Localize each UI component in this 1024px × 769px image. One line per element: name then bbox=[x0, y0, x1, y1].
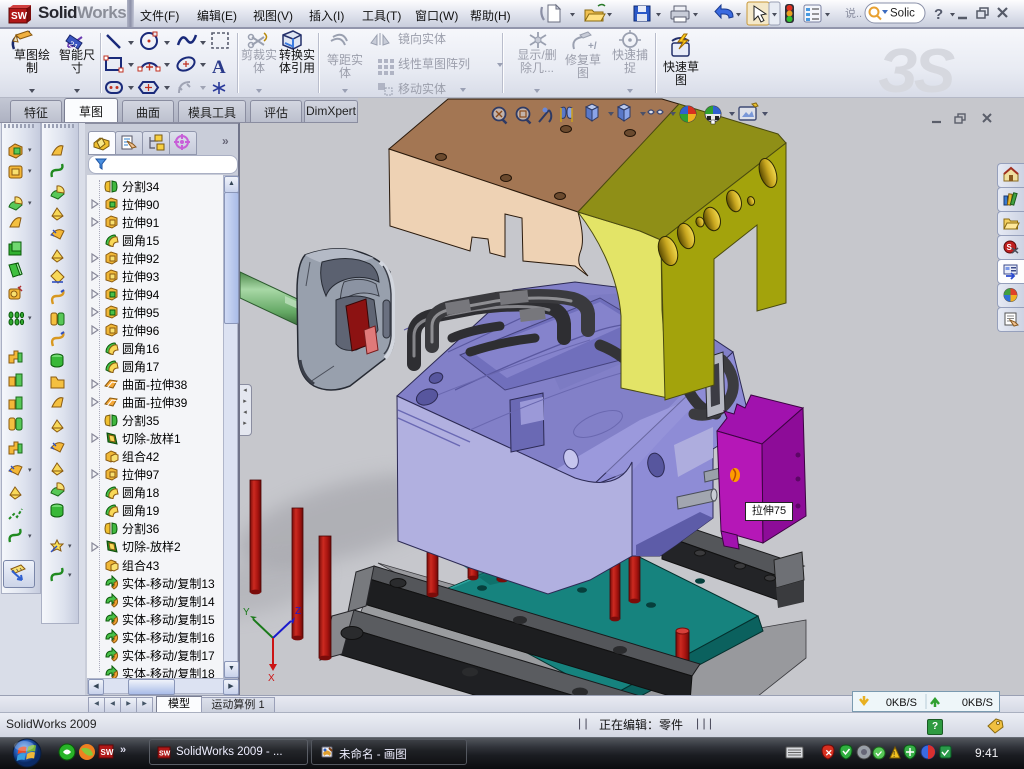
svg-text:A: A bbox=[212, 57, 226, 78]
svg-text:?: ? bbox=[934, 6, 943, 23]
svg-text:体: 体 bbox=[253, 61, 265, 75]
svg-text:SW: SW bbox=[159, 751, 171, 758]
svg-text:Z: Z bbox=[295, 606, 301, 617]
svg-text:线性草图阵列: 线性草图阵列 bbox=[398, 57, 470, 71]
svg-text:Y: Y bbox=[243, 607, 250, 618]
svg-text:快速草: 快速草 bbox=[663, 60, 699, 74]
svg-text:Solic: Solic bbox=[890, 8, 915, 20]
svg-text:+/: +/ bbox=[588, 41, 597, 52]
svg-text:图: 图 bbox=[577, 66, 589, 80]
svg-text:✕: ✕ bbox=[825, 748, 833, 758]
svg-text:!: ! bbox=[893, 750, 895, 759]
svg-text:SW: SW bbox=[11, 11, 28, 22]
svg-text:寸: 寸 bbox=[71, 61, 83, 75]
svg-text:转换实: 转换实 bbox=[279, 47, 315, 62]
svg-text:快速捕: 快速捕 bbox=[612, 47, 648, 62]
svg-text:剪裁实: 剪裁实 bbox=[241, 47, 277, 62]
svg-text:0KB/S: 0KB/S bbox=[962, 697, 993, 709]
svg-text:S: S bbox=[1007, 243, 1013, 252]
svg-text:显示/删: 显示/删 bbox=[517, 48, 556, 62]
svg-text:智能尺: 智能尺 bbox=[59, 47, 95, 62]
svg-text:图: 图 bbox=[675, 73, 687, 87]
svg-text:修复草: 修复草 bbox=[565, 52, 601, 67]
svg-text:除几...: 除几... bbox=[520, 60, 554, 75]
svg-text:»: » bbox=[120, 744, 126, 756]
svg-text:SW: SW bbox=[101, 748, 114, 757]
svg-text:等距实: 等距实 bbox=[327, 52, 363, 67]
svg-text:镜向实体: 镜向实体 bbox=[398, 31, 446, 46]
svg-text:0KB/S: 0KB/S bbox=[886, 697, 917, 709]
svg-text:制: 制 bbox=[26, 61, 38, 75]
svg-text:X: X bbox=[268, 673, 275, 684]
svg-text:移动实体: 移动实体 bbox=[398, 81, 446, 96]
svg-text:草图绘: 草图绘 bbox=[14, 47, 50, 62]
svg-text:说..: 说.. bbox=[845, 6, 862, 20]
svg-text:捉: 捉 bbox=[624, 60, 636, 75]
svg-text:体: 体 bbox=[339, 66, 351, 80]
svg-text:体引用: 体引用 bbox=[279, 61, 315, 75]
